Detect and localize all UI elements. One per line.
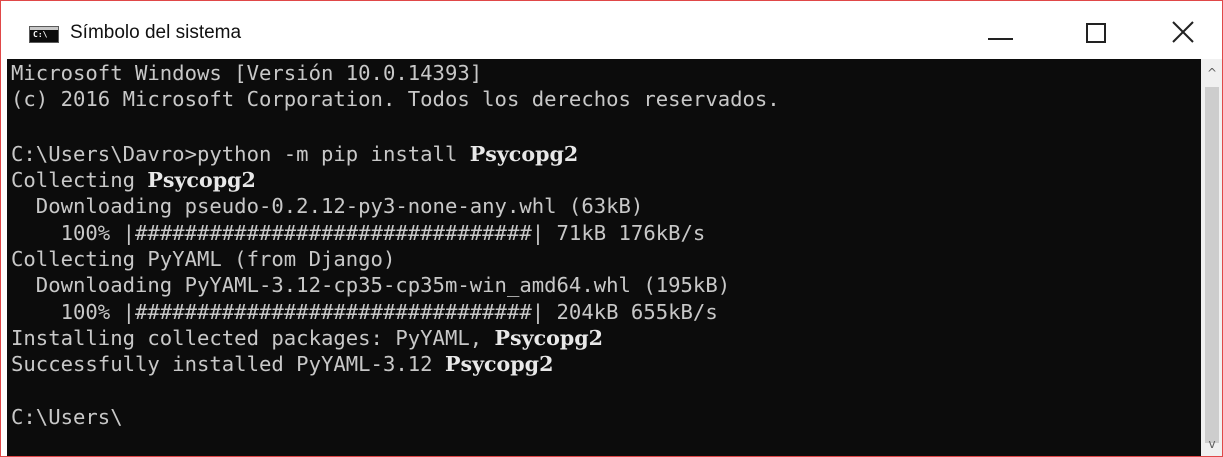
vertical-scrollbar[interactable]: ^ v — [1201, 59, 1222, 456]
console-line-text: (c) 2016 Microsoft Corporation. Todos lo… — [11, 87, 780, 111]
console-line: C:\Users\Davro>python -m pip install Psy… — [11, 140, 578, 168]
package-name: Psycopg2 — [444, 352, 554, 376]
console-line: Downloading pseudo-0.2.12-py3-none-any.w… — [11, 192, 644, 220]
console-line-text: Microsoft Windows [Versión 10.0.14393] — [11, 61, 483, 85]
title-bar[interactable]: C:\ Símbolo del sistema — [1, 1, 1222, 59]
console-line-text: 100% |################################| … — [11, 221, 706, 245]
package-name: Psycopg2 — [147, 168, 256, 192]
console-line: Installing collected packages: PyYAML, P… — [11, 324, 603, 352]
console-line-text: Collecting — [11, 168, 148, 192]
console-line-text: C:\Users\Davro>python -m pip install — [11, 142, 470, 166]
console-line: Downloading PyYAML-3.12-cp35-cp35m-win_a… — [11, 271, 730, 299]
console-line: Microsoft Windows [Versión 10.0.14393] — [11, 59, 482, 87]
console-line: Collecting PyYAML (from Django) — [11, 245, 395, 273]
minimize-button[interactable] — [963, 1, 1043, 59]
console-line: 100% |################################| … — [11, 298, 718, 326]
console-line: Collecting Psycopg2 — [11, 166, 256, 194]
scroll-thumb[interactable] — [1205, 87, 1219, 443]
icon-glyph: C:\ — [33, 30, 48, 39]
console-line-text: Downloading PyYAML-3.12-cp35-cp35m-win_a… — [11, 273, 731, 297]
maximize-button[interactable] — [1059, 1, 1139, 59]
close-button[interactable] — [1142, 1, 1222, 59]
console-line-text: Downloading pseudo-0.2.12-py3-none-any.w… — [11, 194, 644, 218]
close-icon — [1172, 21, 1194, 43]
scroll-down-arrow-icon[interactable]: v — [1201, 432, 1222, 456]
console-line: 100% |################################| … — [11, 219, 706, 247]
console-output[interactable]: Microsoft Windows [Versión 10.0.14393] (c… — [7, 59, 1201, 456]
console-line: Successfully installed PyYAML-3.12 Psyco… — [11, 350, 553, 378]
console-line-text: C:\Users\ — [11, 405, 123, 429]
window-title: Símbolo del sistema — [70, 22, 242, 43]
package-name: Psycopg2 — [494, 326, 603, 350]
scroll-up-arrow-icon[interactable]: ^ — [1201, 61, 1222, 85]
cmd-console-icon[interactable]: C:\ — [29, 26, 59, 43]
console-line: (c) 2016 Microsoft Corporation. Todos lo… — [11, 85, 780, 113]
console-line: C:\Users\ — [11, 403, 123, 431]
package-name: Psycopg2 — [469, 142, 579, 166]
console-window: C:\ Símbolo del sistema Microsoft Window… — [0, 0, 1223, 457]
console-line-text: Collecting PyYAML (from Django) — [11, 247, 396, 271]
console-line-text: Installing collected packages: PyYAML, — [11, 326, 495, 350]
minimize-icon — [988, 38, 1013, 40]
maximize-icon — [1086, 23, 1106, 43]
console-line-text: Successfully installed PyYAML-3.12 — [11, 352, 445, 376]
console-line-text: 100% |################################| … — [11, 300, 718, 324]
